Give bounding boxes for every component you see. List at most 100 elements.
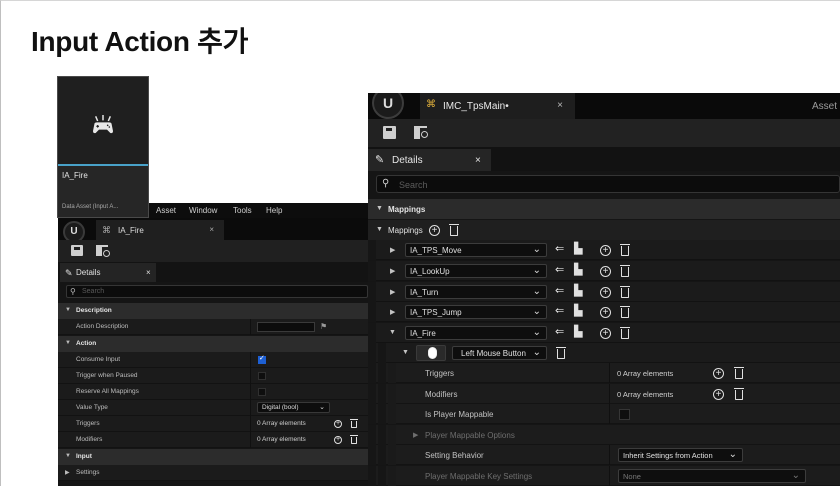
caret-down-icon[interactable]: ▼	[389, 329, 396, 336]
trash-icon[interactable]	[620, 286, 630, 298]
caret-right-icon: ▶	[65, 470, 70, 476]
property-modifiers: Modifiers 0 Array elements +	[58, 432, 370, 448]
flag-icon[interactable]: ⚑	[320, 322, 327, 331]
key-settings-dropdown[interactable]: None ⌄	[618, 469, 806, 483]
caret-right-icon[interactable]: ▶	[390, 246, 395, 254]
add-key-icon[interactable]: +	[600, 307, 611, 318]
asset-tile-ia-fire[interactable]: IA_Fire Data Asset (Input A...	[57, 76, 149, 218]
add-key-icon[interactable]: +	[600, 328, 611, 339]
tab-imc-tpsmain[interactable]: ⌘ IMC_TpsMain• ×	[420, 93, 575, 119]
close-icon[interactable]: ×	[209, 225, 214, 234]
menu-help[interactable]: Help	[266, 206, 282, 215]
column-divider	[250, 352, 251, 368]
category-settings[interactable]: ▶ Settings	[58, 465, 370, 481]
trash-icon[interactable]	[734, 367, 744, 379]
use-selected-asset-icon[interactable]: ⇐	[555, 327, 564, 338]
column-divider	[250, 416, 251, 432]
indent-gutter	[388, 425, 396, 445]
search-input[interactable]: ⚲ Search	[376, 175, 840, 193]
consume-input-checkbox[interactable]	[258, 354, 266, 364]
category-mappings[interactable]: ▼ Mappings	[368, 199, 840, 219]
add-element-icon[interactable]: +	[334, 420, 342, 428]
save-icon[interactable]	[71, 245, 83, 256]
add-mapping-icon[interactable]: +	[429, 225, 440, 236]
close-icon[interactable]: ×	[475, 155, 481, 166]
category-input[interactable]: ▼ Input	[58, 449, 370, 465]
close-icon[interactable]: ×	[146, 268, 151, 277]
tab-details[interactable]: ✎ Details ×	[368, 149, 491, 171]
chevron-down-icon: ⌄	[728, 449, 737, 460]
key-dropdown[interactable]: Left Mouse Button ⌄	[452, 346, 547, 360]
tab-details[interactable]: ✎ Details ×	[60, 263, 156, 282]
add-key-icon[interactable]: +	[600, 287, 611, 298]
property-consume-input: Consume Input	[58, 352, 370, 368]
asset-type: Data Asset (Input A...	[62, 204, 119, 210]
key-mapping-row: ▼ Left Mouse Button ⌄	[368, 343, 840, 363]
caret-right-icon[interactable]: ▶	[390, 308, 395, 316]
browse-asset-icon[interactable]: ▙	[574, 286, 582, 297]
gamepad-icon	[93, 115, 113, 134]
array-count: 0 Array elements	[617, 369, 674, 378]
menu-window[interactable]: Window	[189, 206, 217, 215]
setting-behavior-dropdown[interactable]: Inherit Settings from Action ⌄	[618, 448, 743, 462]
browse-asset-icon[interactable]: ▙	[574, 306, 582, 317]
browse-asset-icon[interactable]: ▙	[574, 244, 582, 255]
use-selected-asset-icon[interactable]: ⇐	[555, 306, 564, 317]
action-dropdown[interactable]: IA_Fire ⌄	[405, 326, 547, 340]
trash-icon[interactable]	[620, 244, 630, 256]
caret-down-icon[interactable]: ▼	[402, 349, 409, 356]
trash-icon[interactable]	[620, 265, 630, 277]
menu-tools[interactable]: Tools	[233, 206, 252, 215]
trash-icon[interactable]	[350, 435, 358, 444]
value-type-dropdown[interactable]: Digital (bool) ⌄	[257, 402, 330, 413]
trash-icon[interactable]	[350, 419, 358, 428]
mouse-icon	[428, 347, 437, 359]
chevron-down-icon: ⌄	[532, 306, 541, 317]
mappings-array-row[interactable]: ▼ Mappings +	[368, 220, 840, 240]
property-label: Modifiers	[76, 436, 103, 443]
trash-icon[interactable]	[620, 327, 630, 339]
add-element-icon[interactable]: +	[713, 368, 724, 379]
indent-gutter	[368, 261, 376, 281]
action-description-input[interactable]	[257, 322, 315, 332]
trash-icon[interactable]	[556, 347, 566, 359]
action-dropdown[interactable]: IA_TPS_Jump ⌄	[405, 305, 547, 319]
add-key-icon[interactable]: +	[600, 266, 611, 277]
category-player-mappable-options[interactable]: ▶ Player Mappable Options	[368, 425, 840, 445]
use-selected-asset-icon[interactable]: ⇐	[555, 244, 564, 255]
details-label: Details	[76, 268, 101, 277]
browse-asset-icon[interactable]: ▙	[574, 327, 582, 338]
details-tab-bar: ✎ Details ×	[368, 147, 840, 171]
trash-icon[interactable]	[734, 388, 744, 400]
trigger-when-paused-checkbox[interactable]	[258, 372, 266, 380]
caret-right-icon[interactable]: ▶	[390, 288, 395, 296]
indent-gutter	[368, 240, 376, 260]
action-dropdown[interactable]: IA_TPS_Move ⌄	[405, 243, 547, 257]
trash-icon[interactable]	[620, 306, 630, 318]
search-input[interactable]: ⚲ Search	[66, 285, 368, 298]
browse-to-asset-icon[interactable]	[96, 245, 110, 257]
reserve-all-mappings-checkbox[interactable]	[258, 388, 266, 396]
add-key-icon[interactable]: +	[600, 245, 611, 256]
caret-right-icon[interactable]: ▶	[390, 267, 395, 275]
add-element-icon[interactable]: +	[713, 389, 724, 400]
is-player-mappable-checkbox[interactable]	[619, 409, 630, 420]
browse-asset-icon[interactable]: ▙	[574, 265, 582, 276]
use-selected-asset-icon[interactable]: ⇐	[555, 286, 564, 297]
action-dropdown[interactable]: IA_Turn ⌄	[405, 285, 547, 299]
use-selected-asset-icon[interactable]: ⇐	[555, 265, 564, 276]
browse-to-asset-icon[interactable]	[414, 126, 428, 139]
indent-gutter	[388, 466, 396, 486]
close-icon[interactable]: ×	[557, 100, 563, 111]
property-modifiers: Modifiers 0 Array elements +	[368, 384, 840, 404]
category-action[interactable]: ▼ Action	[58, 336, 370, 352]
tab-ia-fire[interactable]: ⌘ IA_Fire ×	[96, 220, 224, 240]
action-dropdown[interactable]: IA_LookUp ⌄	[405, 264, 547, 278]
category-description[interactable]: ▼ Description	[58, 303, 370, 319]
menu-asset[interactable]: Asset	[812, 101, 837, 112]
indent-gutter	[368, 302, 376, 322]
add-element-icon[interactable]: +	[334, 436, 342, 444]
trash-icon[interactable]	[449, 224, 459, 236]
save-icon[interactable]	[383, 126, 396, 139]
menu-asset[interactable]: Asset	[156, 206, 176, 215]
